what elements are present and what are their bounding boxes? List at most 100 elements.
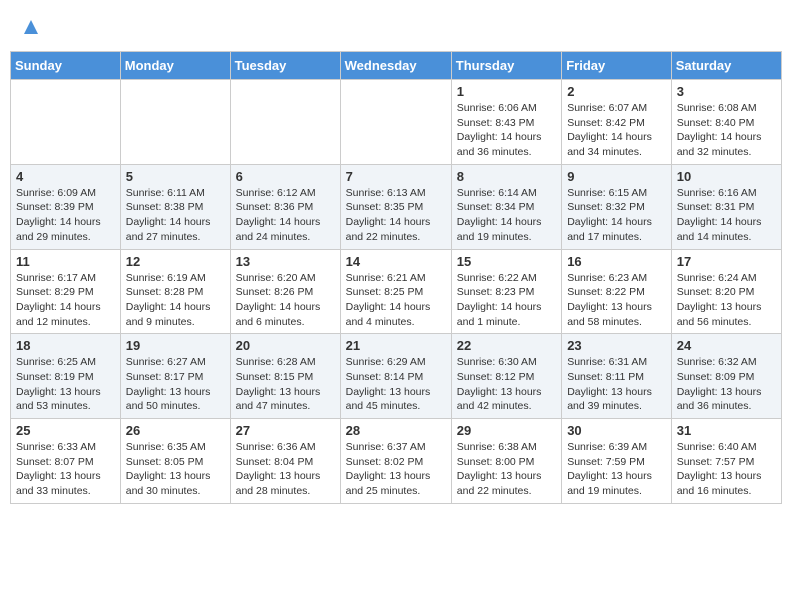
calendar-cell: 25 Sunrise: 6:33 AM Sunset: 8:07 PM Dayli… (11, 419, 121, 504)
cell-content: Sunrise: 6:13 AM Sunset: 8:35 PM Dayligh… (346, 186, 446, 245)
cell-content: Sunrise: 6:37 AM Sunset: 8:02 PM Dayligh… (346, 440, 446, 499)
cell-content: Sunrise: 6:27 AM Sunset: 8:17 PM Dayligh… (126, 355, 225, 414)
calendar-cell: 20 Sunrise: 6:28 AM Sunset: 8:15 PM Dayli… (230, 334, 340, 419)
calendar-cell: 17 Sunrise: 6:24 AM Sunset: 8:20 PM Dayli… (671, 249, 781, 334)
day-header-sunday: Sunday (11, 52, 121, 80)
calendar-cell: 18Sunrise: 6:25 AM Sunset: 8:19 PM Dayli… (11, 334, 121, 419)
cell-content: Sunrise: 6:14 AM Sunset: 8:34 PM Dayligh… (457, 186, 556, 245)
day-number: 2 (567, 84, 666, 99)
calendar-cell: 3 Sunrise: 6:08 AM Sunset: 8:40 PM Daylig… (671, 80, 781, 165)
calendar-cell: 8 Sunrise: 6:14 AM Sunset: 8:34 PM Daylig… (451, 164, 561, 249)
day-number: 25 (16, 423, 115, 438)
cell-content: Sunrise: 6:23 AM Sunset: 8:22 PM Dayligh… (567, 271, 666, 330)
day-number: 13 (236, 254, 335, 269)
cell-content: Sunrise: 6:31 AM Sunset: 8:11 PM Dayligh… (567, 355, 666, 414)
calendar-cell: 5 Sunrise: 6:11 AM Sunset: 8:38 PM Daylig… (120, 164, 230, 249)
calendar-cell: 19 Sunrise: 6:27 AM Sunset: 8:17 PM Dayli… (120, 334, 230, 419)
day-number: 19 (126, 338, 225, 353)
cell-content: Sunrise: 6:22 AM Sunset: 8:23 PM Dayligh… (457, 271, 556, 330)
calendar-cell: 31Sunrise: 6:40 AM Sunset: 7:57 PM Dayli… (671, 419, 781, 504)
cell-content: Sunrise: 6:21 AM Sunset: 8:25 PM Dayligh… (346, 271, 446, 330)
cell-content: Sunrise: 6:39 AM Sunset: 7:59 PM Dayligh… (567, 440, 666, 499)
calendar-cell: 4 Sunrise: 6:09 AM Sunset: 8:39 PM Daylig… (11, 164, 121, 249)
cell-content: Sunrise: 6:29 AM Sunset: 8:14 PM Dayligh… (346, 355, 446, 414)
week-row-0: 1 Sunrise: 6:06 AM Sunset: 8:43 PM Daylig… (11, 80, 782, 165)
day-header-tuesday: Tuesday (230, 52, 340, 80)
day-number: 27 (236, 423, 335, 438)
day-header-wednesday: Wednesday (340, 52, 451, 80)
day-number: 20 (236, 338, 335, 353)
week-row-1: 4 Sunrise: 6:09 AM Sunset: 8:39 PM Daylig… (11, 164, 782, 249)
day-number: 15 (457, 254, 556, 269)
cell-content: Sunrise: 6:15 AM Sunset: 8:32 PM Dayligh… (567, 186, 666, 245)
header (10, 10, 782, 45)
day-number: 23 (567, 338, 666, 353)
calendar-cell: 30 Sunrise: 6:39 AM Sunset: 7:59 PM Dayli… (562, 419, 672, 504)
day-header-thursday: Thursday (451, 52, 561, 80)
day-number: 10 (677, 169, 776, 184)
calendar-cell: 6Sunrise: 6:12 AM Sunset: 8:36 PM Daylig… (230, 164, 340, 249)
day-number: 11 (16, 254, 115, 269)
calendar-cell: 26 Sunrise: 6:35 AM Sunset: 8:05 PM Dayli… (120, 419, 230, 504)
cell-content: Sunrise: 6:28 AM Sunset: 8:15 PM Dayligh… (236, 355, 335, 414)
day-number: 26 (126, 423, 225, 438)
cell-content: Sunrise: 6:35 AM Sunset: 8:05 PM Dayligh… (126, 440, 225, 499)
calendar-cell (230, 80, 340, 165)
cell-content: Sunrise: 6:36 AM Sunset: 8:04 PM Dayligh… (236, 440, 335, 499)
cell-content: Sunrise: 6:30 AM Sunset: 8:12 PM Dayligh… (457, 355, 556, 414)
cell-content: Sunrise: 6:19 AM Sunset: 8:28 PM Dayligh… (126, 271, 225, 330)
day-header-saturday: Saturday (671, 52, 781, 80)
cell-content: Sunrise: 6:32 AM Sunset: 8:09 PM Dayligh… (677, 355, 776, 414)
cell-content: Sunrise: 6:16 AM Sunset: 8:31 PM Dayligh… (677, 186, 776, 245)
week-row-3: 18Sunrise: 6:25 AM Sunset: 8:19 PM Dayli… (11, 334, 782, 419)
cell-content: Sunrise: 6:25 AM Sunset: 8:19 PM Dayligh… (16, 355, 115, 414)
day-number: 9 (567, 169, 666, 184)
calendar-cell: 21 Sunrise: 6:29 AM Sunset: 8:14 PM Dayli… (340, 334, 451, 419)
day-number: 30 (567, 423, 666, 438)
day-number: 7 (346, 169, 446, 184)
calendar: SundayMondayTuesdayWednesdayThursdayFrid… (10, 51, 782, 504)
calendar-cell: 10 Sunrise: 6:16 AM Sunset: 8:31 PM Dayli… (671, 164, 781, 249)
day-number: 16 (567, 254, 666, 269)
day-number: 8 (457, 169, 556, 184)
cell-content: Sunrise: 6:09 AM Sunset: 8:39 PM Dayligh… (16, 186, 115, 245)
calendar-cell: 11 Sunrise: 6:17 AM Sunset: 8:29 PM Dayli… (11, 249, 121, 334)
calendar-cell: 12Sunrise: 6:19 AM Sunset: 8:28 PM Dayli… (120, 249, 230, 334)
day-number: 29 (457, 423, 556, 438)
calendar-cell: 28 Sunrise: 6:37 AM Sunset: 8:02 PM Dayli… (340, 419, 451, 504)
day-number: 4 (16, 169, 115, 184)
day-number: 3 (677, 84, 776, 99)
calendar-cell: 24 Sunrise: 6:32 AM Sunset: 8:09 PM Dayli… (671, 334, 781, 419)
day-number: 21 (346, 338, 446, 353)
day-number: 6 (236, 169, 335, 184)
week-row-4: 25 Sunrise: 6:33 AM Sunset: 8:07 PM Dayli… (11, 419, 782, 504)
day-number: 1 (457, 84, 556, 99)
calendar-cell: 29 Sunrise: 6:38 AM Sunset: 8:00 PM Dayli… (451, 419, 561, 504)
week-row-2: 11 Sunrise: 6:17 AM Sunset: 8:29 PM Dayli… (11, 249, 782, 334)
day-number: 5 (126, 169, 225, 184)
calendar-cell: 15 Sunrise: 6:22 AM Sunset: 8:23 PM Dayli… (451, 249, 561, 334)
cell-content: Sunrise: 6:24 AM Sunset: 8:20 PM Dayligh… (677, 271, 776, 330)
calendar-cell: 27 Sunrise: 6:36 AM Sunset: 8:04 PM Dayli… (230, 419, 340, 504)
calendar-cell: 9 Sunrise: 6:15 AM Sunset: 8:32 PM Daylig… (562, 164, 672, 249)
calendar-cell (120, 80, 230, 165)
calendar-cell: 1 Sunrise: 6:06 AM Sunset: 8:43 PM Daylig… (451, 80, 561, 165)
logo-icon (22, 18, 40, 36)
day-number: 14 (346, 254, 446, 269)
cell-content: Sunrise: 6:33 AM Sunset: 8:07 PM Dayligh… (16, 440, 115, 499)
calendar-cell: 16 Sunrise: 6:23 AM Sunset: 8:22 PM Dayli… (562, 249, 672, 334)
cell-content: Sunrise: 6:08 AM Sunset: 8:40 PM Dayligh… (677, 101, 776, 160)
day-header-monday: Monday (120, 52, 230, 80)
cell-content: Sunrise: 6:38 AM Sunset: 8:00 PM Dayligh… (457, 440, 556, 499)
day-number: 24 (677, 338, 776, 353)
calendar-cell: 7 Sunrise: 6:13 AM Sunset: 8:35 PM Daylig… (340, 164, 451, 249)
day-number: 17 (677, 254, 776, 269)
calendar-header-row: SundayMondayTuesdayWednesdayThursdayFrid… (11, 52, 782, 80)
cell-content: Sunrise: 6:11 AM Sunset: 8:38 PM Dayligh… (126, 186, 225, 245)
cell-content: Sunrise: 6:40 AM Sunset: 7:57 PM Dayligh… (677, 440, 776, 499)
day-number: 28 (346, 423, 446, 438)
cell-content: Sunrise: 6:07 AM Sunset: 8:42 PM Dayligh… (567, 101, 666, 160)
cell-content: Sunrise: 6:17 AM Sunset: 8:29 PM Dayligh… (16, 271, 115, 330)
cell-content: Sunrise: 6:06 AM Sunset: 8:43 PM Dayligh… (457, 101, 556, 160)
calendar-cell: 23 Sunrise: 6:31 AM Sunset: 8:11 PM Dayli… (562, 334, 672, 419)
